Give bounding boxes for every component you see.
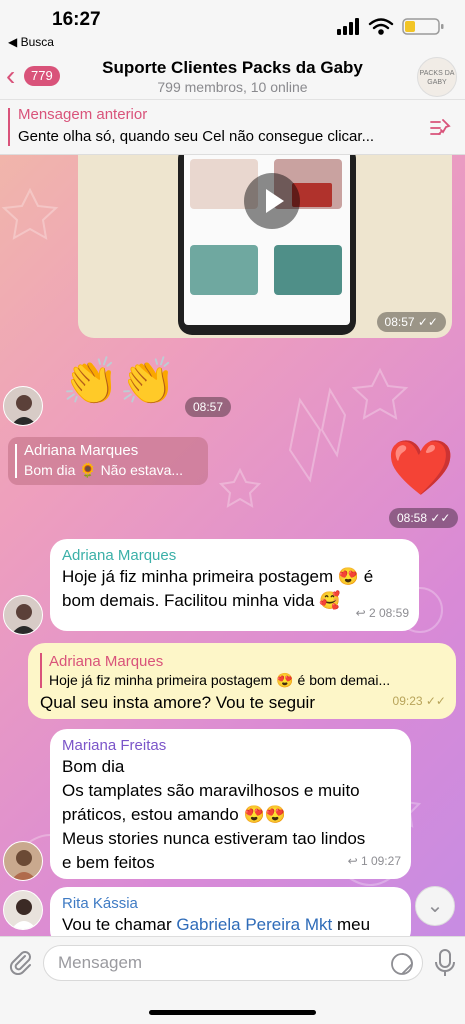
reply-quote[interactable]: Adriana Marques Hoje já fiz minha primei… — [40, 652, 444, 689]
message-bubble[interactable]: Mariana Freitas Bom dia Os tamplates são… — [50, 729, 411, 879]
message-text: práticos, estou amando 😍😍 — [62, 805, 286, 824]
own-message-bubble[interactable]: Adriana Marques Hoje já fiz minha primei… — [28, 643, 456, 719]
group-avatar[interactable]: PACKS DA GABY — [417, 57, 457, 97]
video-message[interactable]: 08:57 ✓✓ — [78, 155, 452, 338]
avatar[interactable] — [3, 386, 43, 426]
message-text: Bom dia — [62, 757, 125, 776]
chat-title[interactable]: Suporte Clientes Packs da Gaby — [0, 58, 465, 78]
chat-subtitle: 799 membros, 10 online — [157, 79, 308, 95]
pinned-message-bar[interactable]: Mensagem anterior Gente olha só, quando … — [0, 100, 465, 155]
sender-name[interactable]: Rita Kássia — [62, 894, 399, 913]
message-text: Qual seu insta amore? Vou te seguir — [40, 693, 315, 712]
status-bar: 16:27 ◀ Busca — [0, 0, 465, 52]
reply-text: Bom dia 🌻 Não estava... — [24, 462, 184, 478]
play-button[interactable] — [244, 173, 300, 229]
reply-author: Adriana Marques — [24, 442, 139, 459]
message-text: Os tamplates são maravilhosos e muito — [62, 781, 360, 800]
reply-preview[interactable]: Adriana Marques Bom dia 🌻 Não estava... — [8, 437, 208, 485]
pin-list-icon[interactable] — [429, 116, 453, 140]
chevron-down-icon: ⌄ — [426, 895, 444, 917]
status-icons — [337, 18, 444, 35]
clock: 16:27 — [52, 9, 101, 30]
reply-author: Adriana Marques — [49, 653, 164, 670]
emoji-message[interactable]: 👏👏 — [62, 354, 177, 408]
message-meta: ↩ 1 09:27 — [347, 854, 401, 868]
message-text: Vou te chamar Gabriela Pereira Mkt meu — [62, 915, 371, 934]
battery-icon — [402, 18, 444, 35]
sticker-icon[interactable] — [390, 952, 414, 976]
avatar[interactable] — [3, 890, 43, 930]
heart-message[interactable]: ❤️ — [387, 441, 454, 495]
sender-name[interactable]: Mariana Freitas — [62, 736, 399, 755]
attach-icon[interactable] — [8, 949, 32, 975]
message-input[interactable] — [43, 945, 423, 981]
back-to-app-link[interactable]: ◀ Busca — [8, 35, 54, 49]
microphone-icon[interactable] — [434, 949, 456, 977]
sender-name[interactable]: Adriana Marques — [62, 546, 407, 565]
pinned-text: Gente olha só, quando seu Cel não conseg… — [18, 128, 375, 145]
message-time: 08:58 ✓✓ — [389, 508, 459, 528]
message-bubble[interactable]: Adriana Marques Hoje já fiz minha primei… — [50, 539, 419, 631]
signal-icon — [337, 18, 359, 35]
play-icon — [266, 189, 284, 213]
wifi-icon — [368, 18, 394, 35]
user-mention-link[interactable]: Gabriela Pereira Mkt — [176, 915, 332, 934]
message-time: 08:57 — [185, 397, 232, 417]
message-meta: 09:23 ✓✓ — [392, 694, 446, 708]
pinned-title: Mensagem anterior — [18, 106, 148, 123]
avatar[interactable] — [3, 841, 43, 881]
pinned-indicator — [8, 108, 10, 146]
message-time: 08:57 ✓✓ — [376, 312, 446, 332]
scroll-to-bottom-button[interactable]: ⌄ — [415, 886, 455, 926]
avatar[interactable] — [3, 595, 43, 635]
message-text: Meus stories nunca estiveram tao lindos — [62, 829, 366, 848]
reply-text: Hoje já fiz minha primeira postagem 😍 é … — [49, 672, 391, 688]
message-text: Hoje já fiz minha primeira postagem 😍 é — [62, 567, 374, 586]
home-indicator — [149, 1010, 316, 1015]
chat-header: ‹ 779 Suporte Clientes Packs da Gaby 799… — [0, 52, 465, 100]
message-meta: ↩ 2 08:59 — [355, 606, 409, 620]
